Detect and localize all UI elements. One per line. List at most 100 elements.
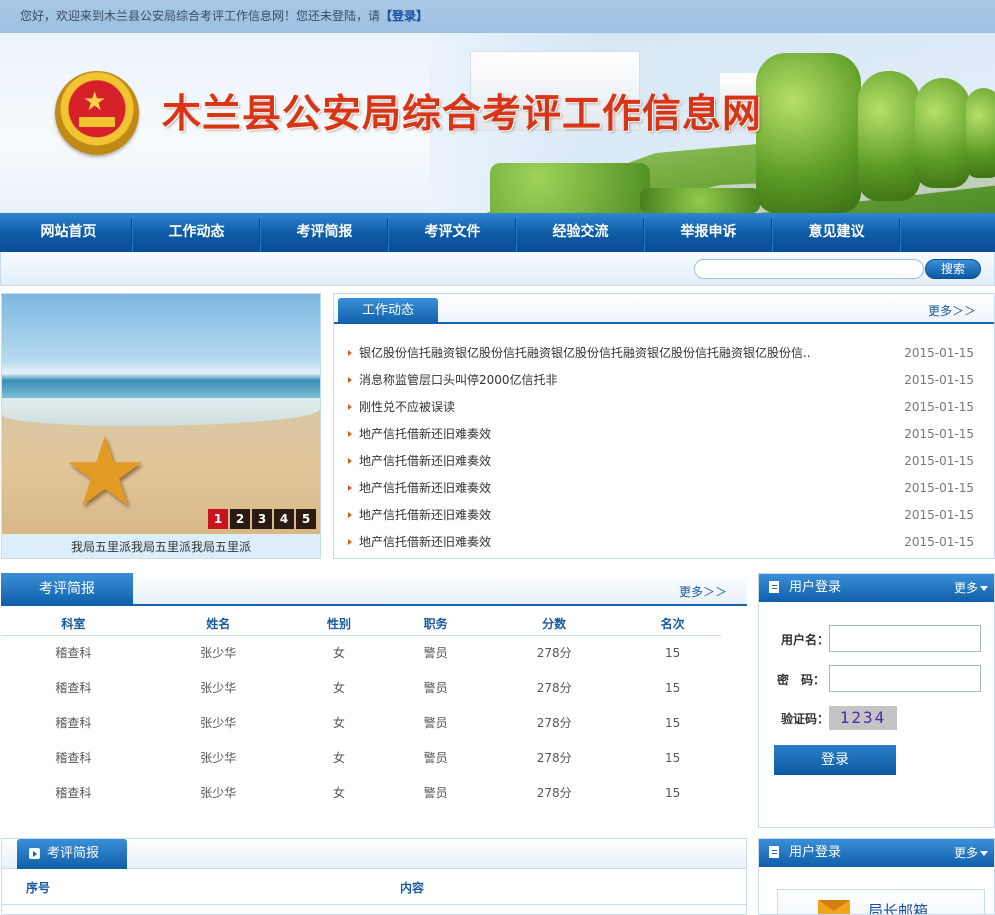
banner-hedge	[490, 163, 650, 213]
banner-tree	[966, 88, 995, 178]
slider-page-button[interactable]: 3	[252, 509, 272, 529]
login-2-more-link[interactable]: 更多	[954, 839, 978, 867]
slider-caption[interactable]: 我局五里派我局五里派我局五里派	[2, 536, 320, 558]
table-cell: 张少华	[200, 681, 237, 695]
table-row: 稽查科 张少华 女 警员 278分 15	[1, 705, 721, 740]
news-title[interactable]: 刚性兑不应被误读	[359, 400, 455, 414]
login-title: 用户登录	[789, 580, 842, 595]
nav-item-documents[interactable]: 考评文件	[389, 213, 517, 252]
nav-item-work-news[interactable]: 工作动态	[133, 213, 261, 252]
score-table: 科室 姓名 性别 职务 分数 名次 稽查科 张少华女警员 278分 15 稽查科 张少华…	[1, 613, 721, 810]
list-item[interactable]: 地产信托借新还旧难奏效 2015-01-15	[348, 452, 978, 479]
police-emblem-icon: ★	[55, 71, 139, 155]
tab-work-news[interactable]: 工作动态	[338, 298, 438, 324]
arrow-right-icon	[29, 848, 40, 859]
search-bar: 搜索	[0, 252, 995, 286]
banner-tree	[858, 71, 920, 201]
news-date: 2015-01-15	[904, 481, 974, 495]
captcha-label: 验证码：	[781, 712, 830, 726]
tab-brief[interactable]: 考评简报	[1, 573, 133, 606]
news-date: 2015-01-15	[904, 346, 974, 360]
nav-item-home[interactable]: 网站首页	[5, 213, 133, 252]
nav-item-suggestions[interactable]: 意见建议	[773, 213, 901, 252]
table-row: 稽查科 张少华 女 警员 278分 15	[1, 775, 721, 810]
brief-more-link[interactable]: 更多＞＞	[679, 583, 727, 600]
login-button[interactable]: 登录	[774, 745, 896, 775]
news-title[interactable]: 地产信托借新还旧难奏效	[359, 481, 491, 495]
news-title[interactable]: 消息称监管层口头叫停2000亿信托非	[359, 373, 558, 387]
list-item[interactable]: 地产信托借新还旧难奏效 2015-01-15	[348, 506, 978, 533]
login-2-title: 用户登录	[789, 845, 842, 860]
table-cell: 警员	[423, 786, 448, 800]
table-row: 稽查科 张少华 女 警员 278分 15	[1, 670, 721, 705]
nav-item-brief[interactable]: 考评简报	[261, 213, 389, 252]
table-cell: 警员	[423, 646, 448, 661]
table-cell: 张少华	[200, 716, 237, 730]
slider-wave	[2, 398, 320, 426]
banner-tree	[756, 53, 861, 213]
list-item[interactable]: 银亿股份信托融资银亿股份信托融资银亿股份信托融资银亿股份信托融资银亿股份信.. 2…	[348, 344, 978, 371]
login-panel: 用户登录 更多 用户名： 密 码： 验证码： 1234 登录	[758, 573, 995, 828]
document-icon	[769, 581, 779, 593]
brief-panel: 考评简报 更多＞＞ 科室 姓名 性别 职务 分数 名次 稽查科 张少华女警员 278…	[1, 573, 747, 821]
list-item[interactable]: 地产信托借新还旧难奏效 2015-01-15	[348, 425, 978, 452]
table-cell: 警员	[423, 716, 448, 730]
search-button[interactable]: 搜索	[925, 259, 981, 279]
table-cell: 278分	[536, 751, 572, 765]
username-row: 用户名：	[759, 625, 995, 653]
starfish-icon: ★	[62, 416, 149, 528]
slider-page-button[interactable]: 1	[208, 509, 228, 529]
list-item[interactable]: 刚性兑不应被误读 2015-01-15	[348, 398, 978, 425]
slider-page-button[interactable]: 2	[230, 509, 250, 529]
slider-page-button[interactable]: 4	[274, 509, 294, 529]
login-link[interactable]: 【登录】	[380, 9, 428, 23]
username-label: 用户名：	[781, 633, 830, 647]
news-title[interactable]: 地产信托借新还旧难奏效	[359, 508, 491, 522]
table-cell: 警员	[423, 681, 448, 695]
table-cell: 278分	[536, 716, 572, 730]
news-title[interactable]: 银亿股份信托融资银亿股份信托融资银亿股份信托融资银亿股份信托融资银亿股份信..	[359, 346, 811, 360]
work-news-panel: 工作动态 更多＞＞ 银亿股份信托融资银亿股份信托融资银亿股份信托融资银亿股份信托…	[333, 293, 995, 559]
nav-item-experience[interactable]: 经验交流	[517, 213, 645, 252]
table-cell: 女	[333, 751, 346, 765]
news-title[interactable]: 地产信托借新还旧难奏效	[359, 454, 491, 468]
column-header: 姓名	[145, 613, 291, 636]
list-item[interactable]: 地产信托借新还旧难奏效 2015-01-15	[348, 533, 978, 560]
table-cell: 278分	[536, 786, 572, 800]
table-cell: 278分	[536, 646, 572, 661]
tab-brief-2[interactable]: 考评简报	[17, 839, 127, 869]
table-cell: 稽查科	[55, 681, 92, 695]
table-cell: 稽查科	[55, 716, 92, 730]
list-item[interactable]: 地产信托借新还旧难奏效 2015-01-15	[348, 479, 978, 506]
table-cell: 女	[333, 681, 346, 695]
login-more-link[interactable]: 更多	[954, 574, 978, 602]
table-cell: 张少华	[200, 751, 237, 765]
table-cell: 女	[333, 646, 346, 661]
username-input[interactable]	[829, 625, 981, 652]
work-news-header: 工作动态 更多＞＞	[334, 294, 994, 324]
news-title[interactable]: 地产信托借新还旧难奏效	[359, 535, 491, 549]
slider-image-beach-starfish[interactable]: ★ 1 2 3 4 5	[2, 294, 320, 534]
brief-header: 考评简报 更多＞＞	[1, 573, 747, 606]
table-cell: 15	[665, 785, 681, 800]
director-mailbox-button[interactable]: 局长邮箱	[777, 889, 985, 915]
table-cell: 15	[665, 680, 681, 695]
tab-brief-2-label: 考评简报	[47, 846, 100, 861]
slider-page-button[interactable]: 5	[296, 509, 316, 529]
captcha-image[interactable]: 1234	[829, 706, 897, 730]
chevron-down-icon[interactable]	[980, 851, 988, 856]
top-greeting-bar: 您好，欢迎来到木兰县公安局综合考评工作信息网！您还未登陆，请【登录】	[0, 0, 995, 33]
password-label: 密 码：	[777, 673, 826, 687]
password-input[interactable]	[829, 665, 981, 692]
work-news-more-link[interactable]: 更多＞＞	[928, 302, 976, 319]
mailbox-label: 局长邮箱	[868, 902, 929, 915]
search-input[interactable]	[694, 259, 924, 279]
chevron-down-icon[interactable]	[980, 586, 988, 591]
news-title[interactable]: 地产信托借新还旧难奏效	[359, 427, 491, 441]
nav-item-report[interactable]: 举报申诉	[645, 213, 773, 252]
list-item[interactable]: 消息称监管层口头叫停2000亿信托非 2015-01-15	[348, 371, 978, 398]
table-row: 稽查科 张少华 女 警员 278分 15	[1, 740, 721, 775]
banner-tree	[915, 78, 970, 188]
work-news-list: 银亿股份信托融资银亿股份信托融资银亿股份信托融资银亿股份信托融资银亿股份信.. 2…	[348, 344, 978, 560]
table-cell: 278分	[536, 681, 572, 695]
